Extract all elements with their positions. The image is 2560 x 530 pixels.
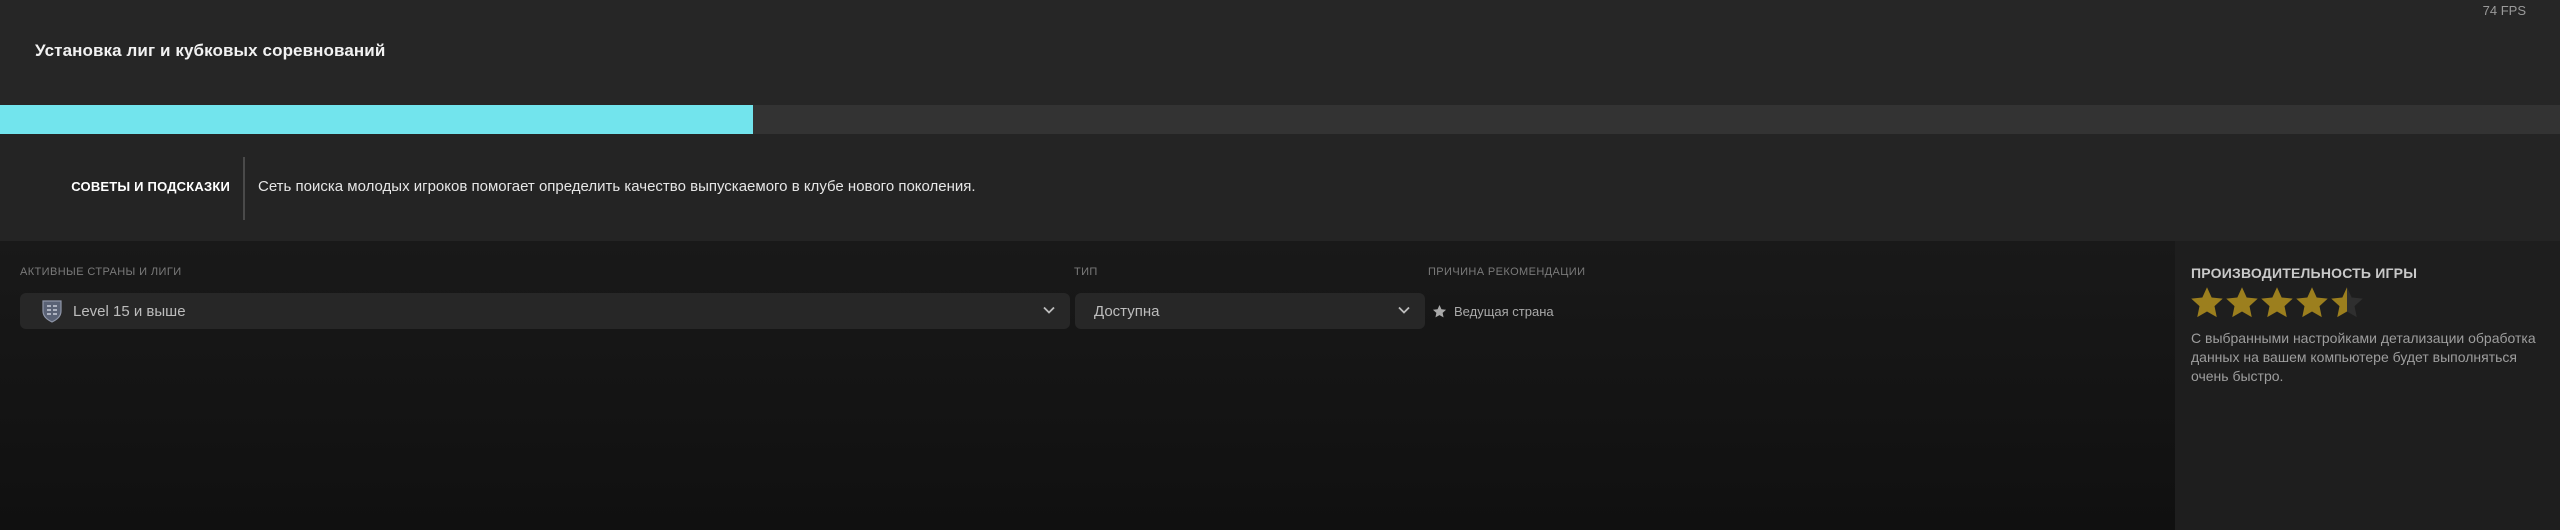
tips-divider xyxy=(243,157,245,220)
reason-field-label: ПРИЧИНА РЕКОМЕНДАЦИИ xyxy=(1428,266,1586,278)
rating-star-icon xyxy=(2226,287,2258,318)
type-dropdown[interactable]: Доступна xyxy=(1075,293,1425,329)
performance-description: С выбранными настройками детализации обр… xyxy=(2191,330,2536,384)
tips-text: Сеть поиска молодых игроков помогает опр… xyxy=(258,178,976,195)
rating-star-icon xyxy=(2261,287,2293,318)
leagues-dropdown-value: Level 15 и выше xyxy=(73,302,186,320)
league-settings-panel: АКТИВНЫЕ СТРАНЫ И ЛИГИ Level 15 и выше Т… xyxy=(0,241,2175,530)
performance-panel: ПРОИЗВОДИТЕЛЬНОСТЬ ИГРЫ С выбранными нас… xyxy=(2175,241,2560,530)
page-title: Установка лиг и кубковых соревнований xyxy=(35,41,386,60)
star-icon xyxy=(1432,304,1447,318)
recommendation-reason: Ведущая страна xyxy=(1432,304,1554,319)
rating-star-icon xyxy=(2296,287,2328,318)
header-band: 74 FPS Установка лиг и кубковых соревнов… xyxy=(0,0,2560,105)
type-field-label: ТИП xyxy=(1074,266,1098,278)
performance-title: ПРОИЗВОДИТЕЛЬНОСТЬ ИГРЫ xyxy=(2191,265,2418,281)
leagues-dropdown[interactable]: Level 15 и выше xyxy=(20,293,1070,329)
chevron-down-icon xyxy=(1398,306,1410,314)
leagues-field-label: АКТИВНЫЕ СТРАНЫ И ЛИГИ xyxy=(20,266,182,278)
fps-counter: 74 FPS xyxy=(2482,3,2526,18)
reason-text: Ведущая страна xyxy=(1454,304,1554,319)
tips-heading: СОВЕТЫ И ПОДСКАЗКИ xyxy=(71,179,230,194)
chevron-down-icon xyxy=(1043,306,1055,314)
type-dropdown-value: Доступна xyxy=(1094,302,1160,320)
rating-star-icon xyxy=(2191,287,2223,318)
setup-progress-bar xyxy=(0,105,2560,134)
england-crest-icon xyxy=(42,300,62,323)
tips-panel: СОВЕТЫ И ПОДСКАЗКИ Сеть поиска молодых и… xyxy=(0,134,2560,241)
rating-star-icon xyxy=(2331,287,2363,318)
performance-rating xyxy=(2189,285,2364,321)
progress-bar-fill xyxy=(0,105,753,134)
